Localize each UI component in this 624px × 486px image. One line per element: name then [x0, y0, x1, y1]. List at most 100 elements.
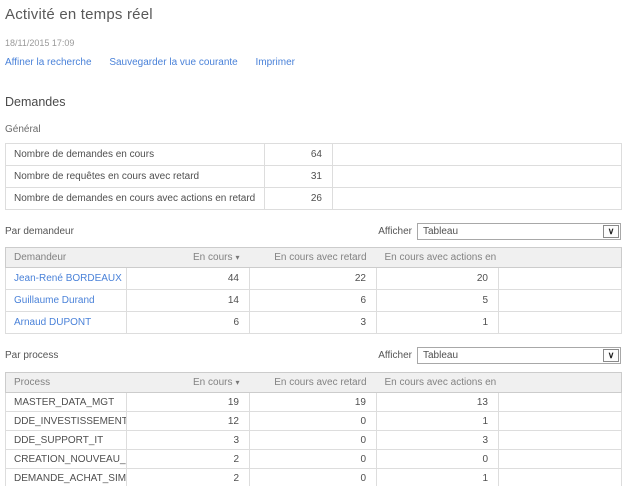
par-process-bar: Par process Afficher Tableau ∨: [5, 347, 621, 364]
activity-page: Activité en temps réel 18/11/2015 17:09 …: [0, 0, 624, 486]
actions-retard-value: 1: [377, 412, 499, 431]
table-row: Arnaud DUPONT 6 3 1: [6, 312, 622, 334]
afficher-control: Afficher Tableau ∨: [378, 223, 621, 240]
process-name: MASTER_DATA_MGT: [6, 393, 127, 412]
table-row: Nombre de requêtes en cours avec retard …: [6, 166, 622, 188]
process-table: Process En cours▾ En cours avec retard E…: [5, 372, 622, 486]
print-link[interactable]: Imprimer: [256, 57, 295, 68]
demandeur-link[interactable]: Jean-René BORDEAUX: [6, 268, 127, 290]
empty-cell: [499, 412, 622, 431]
table-header-row: Process En cours▾ En cours avec retard E…: [6, 373, 622, 393]
retard-value: 19: [250, 393, 377, 412]
actions-retard-value: 20: [377, 268, 499, 290]
report-timestamp: 18/11/2015 17:09: [5, 38, 620, 48]
table-row: CREATION_NOUVEAU_PRODUIT 2 0 0: [6, 450, 622, 469]
col-header-en-cours-retard[interactable]: En cours avec retard: [250, 373, 377, 393]
en-cours-value: 44: [127, 268, 250, 290]
empty-header-cell: [499, 248, 622, 268]
empty-cell: [499, 393, 622, 412]
general-row-label: Nombre de demandes en cours avec actions…: [6, 188, 265, 210]
table-row: Guillaume Durand 14 6 5: [6, 290, 622, 312]
process-display-select[interactable]: Tableau ∨: [417, 347, 621, 364]
sort-desc-icon: ▾: [235, 253, 239, 262]
en-cours-value: 2: [127, 450, 250, 469]
actions-retard-value: 1: [377, 469, 499, 486]
demandeur-display-select[interactable]: Tableau ∨: [417, 223, 621, 240]
col-header-process[interactable]: Process: [6, 373, 127, 393]
en-cours-value: 2: [127, 469, 250, 486]
retard-value: 3: [250, 312, 377, 334]
process-name: DDE_INVESTISSEMENT: [6, 412, 127, 431]
empty-cell: [499, 312, 622, 334]
chevron-down-icon: ∨: [603, 349, 619, 362]
demandeur-link[interactable]: Arnaud DUPONT: [6, 312, 127, 334]
retard-value: 22: [250, 268, 377, 290]
table-row: Jean-René BORDEAUX 44 22 20: [6, 268, 622, 290]
select-value: Tableau: [418, 350, 603, 361]
en-cours-value: 3: [127, 431, 250, 450]
retard-value: 0: [250, 450, 377, 469]
table-row: DEMANDE_ACHAT_SIMPLE 2 0 1: [6, 469, 622, 486]
process-name: DDE_SUPPORT_IT: [6, 431, 127, 450]
save-current-view-link[interactable]: Sauvegarder la vue courante: [109, 57, 237, 68]
en-cours-value: 19: [127, 393, 250, 412]
table-row: DDE_INVESTISSEMENT 12 0 1: [6, 412, 622, 431]
empty-cell: [499, 450, 622, 469]
actions-retard-value: 3: [377, 431, 499, 450]
retard-value: 6: [250, 290, 377, 312]
empty-cell: [499, 469, 622, 486]
en-cours-value: 14: [127, 290, 250, 312]
table-row: DDE_SUPPORT_IT 3 0 3: [6, 431, 622, 450]
demandeur-link[interactable]: Guillaume Durand: [6, 290, 127, 312]
table-header-row: Demandeur En cours▾ En cours avec retard…: [6, 248, 622, 268]
table-row: Nombre de demandes en cours 64: [6, 144, 622, 166]
col-header-actions-retard[interactable]: En cours avec actions en retard: [377, 248, 499, 268]
sort-desc-icon: ▾: [235, 378, 239, 387]
general-row-value: 64: [265, 144, 333, 166]
afficher-control: Afficher Tableau ∨: [378, 347, 621, 364]
col-header-en-cours[interactable]: En cours▾: [127, 248, 250, 268]
retard-value: 0: [250, 431, 377, 450]
afficher-label: Afficher: [378, 226, 412, 237]
en-cours-value: 12: [127, 412, 250, 431]
par-demandeur-bar: Par demandeur Afficher Tableau ∨: [5, 223, 621, 240]
empty-cell: [499, 290, 622, 312]
col-header-demandeur[interactable]: Demandeur: [6, 248, 127, 268]
retard-value: 0: [250, 412, 377, 431]
actions-retard-value: 5: [377, 290, 499, 312]
empty-cell: [333, 188, 622, 210]
empty-cell: [333, 166, 622, 188]
general-label: Général: [5, 124, 620, 135]
section-title-demandes: Demandes: [5, 95, 620, 109]
par-demandeur-label: Par demandeur: [5, 226, 74, 237]
process-name: CREATION_NOUVEAU_PRODUIT: [6, 450, 127, 469]
empty-cell: [333, 144, 622, 166]
col-header-actions-retard[interactable]: En cours avec actions en retard: [377, 373, 499, 393]
page-title: Activité en temps réel: [5, 6, 620, 23]
col-header-en-cours-retard[interactable]: En cours avec retard: [250, 248, 377, 268]
general-row-value: 31: [265, 166, 333, 188]
afficher-label: Afficher: [378, 350, 412, 361]
table-row: Nombre de demandes en cours avec actions…: [6, 188, 622, 210]
table-row: MASTER_DATA_MGT 19 19 13: [6, 393, 622, 412]
empty-cell: [499, 268, 622, 290]
general-row-label: Nombre de requêtes en cours avec retard: [6, 166, 265, 188]
en-cours-value: 6: [127, 312, 250, 334]
actions-retard-value: 13: [377, 393, 499, 412]
chevron-down-icon: ∨: [603, 225, 619, 238]
select-value: Tableau: [418, 226, 603, 237]
refine-search-link[interactable]: Affiner la recherche: [5, 57, 92, 68]
empty-cell: [499, 431, 622, 450]
empty-header-cell: [499, 373, 622, 393]
general-row-label: Nombre de demandes en cours: [6, 144, 265, 166]
actions-retard-value: 0: [377, 450, 499, 469]
process-name: DEMANDE_ACHAT_SIMPLE: [6, 469, 127, 486]
general-table: Nombre de demandes en cours 64 Nombre de…: [5, 143, 622, 210]
actions-retard-value: 1: [377, 312, 499, 334]
retard-value: 0: [250, 469, 377, 486]
col-header-en-cours[interactable]: En cours▾: [127, 373, 250, 393]
general-row-value: 26: [265, 188, 333, 210]
toolbar: Affiner la recherche Sauvegarder la vue …: [5, 57, 620, 68]
demandeur-table: Demandeur En cours▾ En cours avec retard…: [5, 247, 622, 334]
par-process-label: Par process: [5, 350, 58, 361]
